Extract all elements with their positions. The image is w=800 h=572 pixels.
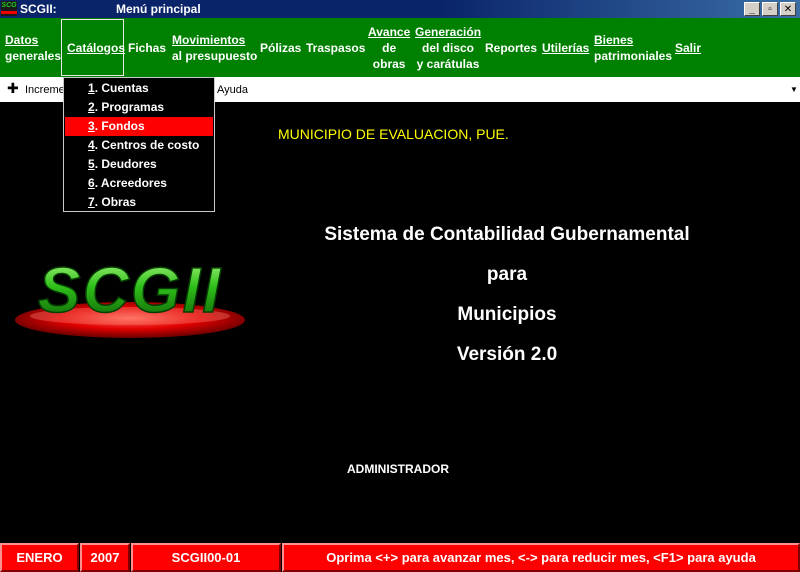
menu-label: Traspasos — [306, 40, 366, 55]
menu-label: Utilerías — [542, 40, 590, 55]
user-name: ADMINISTRADOR — [347, 462, 449, 476]
menu-label: Catálogos — [67, 40, 126, 55]
menu-traspasos[interactable]: Traspasos — [306, 18, 365, 77]
item-number: 2 — [88, 100, 95, 114]
item-label: . Fondos — [94, 119, 145, 133]
menu-label: Avance — [368, 24, 411, 39]
window-title: Menú principal — [116, 2, 201, 16]
menu-bar: Datos generales Catálogos Fichas Movimien… — [0, 18, 800, 77]
menu-avance-obras[interactable]: Avance de obras — [368, 18, 410, 77]
menu-datos-generales[interactable]: Datos generales — [5, 18, 61, 77]
system-title-municipios: Municipios — [457, 304, 557, 325]
status-year: 2007 — [80, 543, 130, 572]
toolbar-text-help[interactable]: Ayuda — [217, 84, 248, 96]
item-number: 6 — [88, 176, 95, 190]
dropdown-item-fondos[interactable]: 3. Fondos — [65, 117, 213, 136]
menu-label: generales — [5, 48, 62, 63]
item-number: 7 — [88, 195, 95, 209]
menu-label: de — [382, 40, 397, 55]
system-title-para: para — [486, 264, 528, 285]
item-number: 4 — [88, 138, 95, 152]
menu-label: patrimoniales — [594, 48, 673, 63]
dropdown-item-obras[interactable]: 7. Obras — [65, 193, 213, 212]
menu-label: y carátulas — [416, 56, 480, 71]
menu-label: Bienes — [594, 32, 634, 47]
menu-label: del disco — [422, 40, 475, 55]
plus-icon[interactable]: ✚ — [7, 80, 19, 97]
app-icon-text: SCG — [1, 2, 17, 9]
menu-salir[interactable]: Salir — [675, 18, 701, 77]
item-label: . Cuentas — [94, 81, 149, 95]
menu-fichas[interactable]: Fichas — [128, 18, 166, 77]
municipio-name: MUNICIPIO DE EVALUACION, PUE. — [278, 126, 509, 142]
item-label: . Centros de costo — [94, 138, 200, 152]
menu-label: Generación — [415, 24, 482, 39]
menu-reportes[interactable]: Reportes — [485, 18, 537, 77]
menu-label: Movimientos — [172, 32, 246, 47]
item-number: 1 — [88, 81, 95, 95]
item-label: . Obras — [94, 195, 137, 209]
close-button[interactable]: ✕ — [780, 2, 796, 16]
menu-movimientos-presupuesto[interactable]: Movimientos al presupuesto — [172, 18, 257, 77]
app-name: SCGII: — [20, 2, 57, 16]
dropdown-item-programas[interactable]: 2. Programas — [65, 98, 213, 117]
item-label: . Acreedores — [94, 176, 167, 190]
item-number: 5 — [88, 157, 95, 171]
title-bar: SCG SCGII: Menú principal _ ▫ ✕ — [0, 0, 800, 18]
menu-label: al presupuesto — [172, 48, 258, 63]
menu-bienes-patrimoniales[interactable]: Bienes patrimoniales — [594, 18, 672, 77]
minimize-button[interactable]: _ — [744, 2, 760, 16]
menu-label: Reportes — [485, 40, 538, 55]
dropdown-item-acreedores[interactable]: 6. Acreedores — [65, 174, 213, 193]
menu-generacion-disco[interactable]: Generación del disco y carátulas — [415, 18, 481, 77]
item-number: 3 — [88, 119, 95, 133]
restore-button[interactable]: ▫ — [762, 2, 778, 16]
logo-text: SCGII — [38, 254, 222, 326]
menu-polizas[interactable]: Pólizas — [260, 18, 301, 77]
item-label: . Programas — [94, 100, 165, 114]
status-screen-code: SCGII00-01 — [131, 543, 281, 572]
system-title: Sistema de Contabilidad Gubernamental — [324, 224, 690, 245]
menu-catalogos[interactable]: Catálogos — [61, 19, 126, 76]
menu-label: Salir — [675, 40, 702, 55]
status-hint: Oprima <+> para avanzar mes, <-> para re… — [282, 543, 800, 572]
toolbar-text-increment[interactable]: Increme — [25, 84, 65, 96]
item-label: . Deudores — [94, 157, 157, 171]
menu-utilerias[interactable]: Utilerías — [542, 18, 589, 77]
catalogos-dropdown: 1. Cuentas 2. Programas 3. Fondos 4. Cen… — [63, 77, 215, 212]
scgii-logo: SCGII — [14, 253, 246, 342]
system-version: Versión 2.0 — [456, 344, 558, 365]
status-month: ENERO — [0, 543, 79, 572]
scgii-app-icon[interactable]: SCG — [1, 1, 17, 16]
chevron-down-icon[interactable]: ▼ — [790, 85, 798, 94]
menu-label: Fichas — [128, 40, 167, 55]
menu-label: Pólizas — [260, 40, 302, 55]
dropdown-item-cuentas[interactable]: 1. Cuentas — [65, 79, 213, 98]
menu-label: Datos — [5, 32, 39, 47]
menu-label: obras — [372, 56, 406, 71]
dropdown-item-centros-de-costo[interactable]: 4. Centros de costo — [65, 136, 213, 155]
dropdown-item-deudores[interactable]: 5. Deudores — [65, 155, 213, 174]
status-bar: ENERO 2007 SCGII00-01 Oprima <+> para av… — [0, 543, 800, 572]
